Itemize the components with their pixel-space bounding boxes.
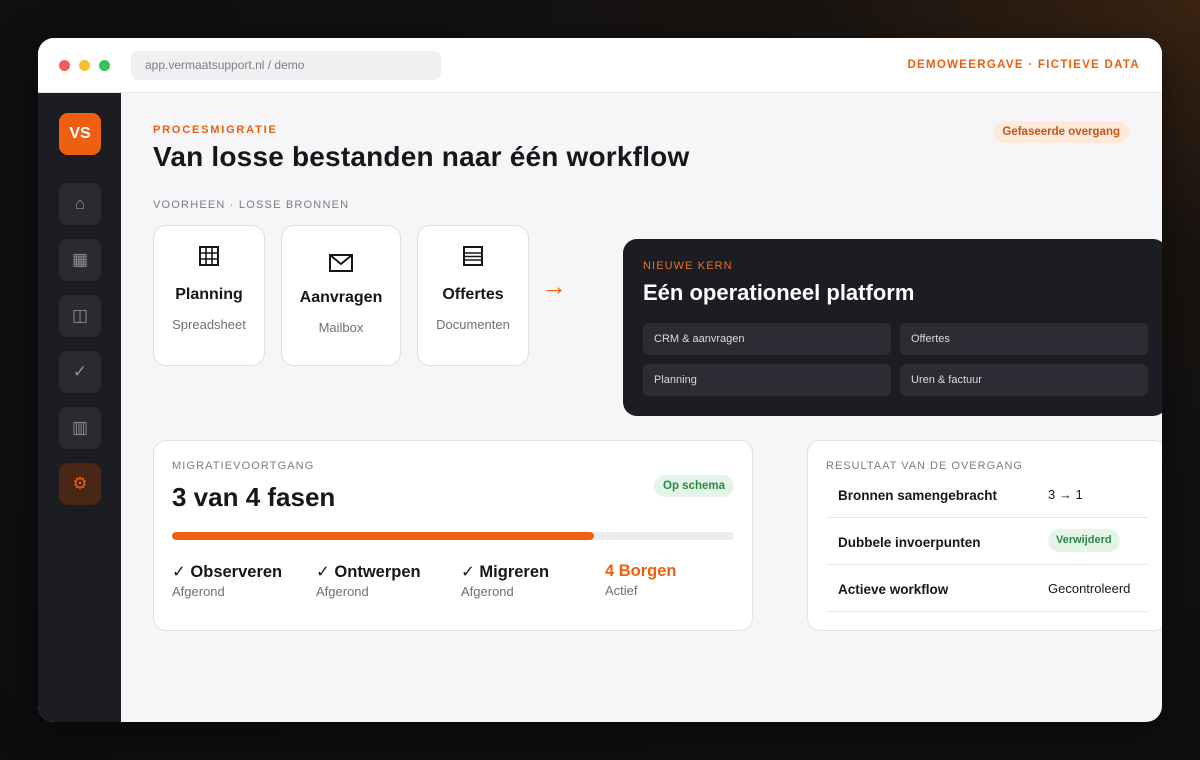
logo[interactable]: VS xyxy=(59,113,101,155)
progress-bar-fill xyxy=(172,532,594,540)
source-subtitle: Spreadsheet xyxy=(172,317,246,332)
browser-titlebar: app.vermaatsupport.nl / demo DEMOWEERGAV… xyxy=(38,38,1162,93)
phase-item: ✓ Migreren Afgerond xyxy=(461,562,601,599)
minimize-window-button[interactable] xyxy=(79,60,90,71)
result-card: RESULTAAT VAN DE OVERGANG Bronnen sameng… xyxy=(807,440,1162,631)
module-chip[interactable]: Planning xyxy=(643,364,891,396)
source-subtitle: Mailbox xyxy=(318,320,364,335)
core-title: Eén operationeel platform xyxy=(643,280,915,305)
removed-badge: Verwijderd xyxy=(1048,529,1120,552)
main-content: PROCESMIGRATIE Van losse bestanden naar … xyxy=(121,93,1162,722)
page-eyebrow: PROCESMIGRATIE xyxy=(153,124,278,136)
mail-icon xyxy=(282,254,400,272)
result-row: Dubbele invoerpunten Verwijderd xyxy=(826,518,1148,565)
module-chip[interactable]: Uren & factuur xyxy=(900,364,1148,396)
sources-label: VOORHEEN · LOSSE BRONNEN xyxy=(153,199,350,211)
grid-icon[interactable]: ▦ xyxy=(59,239,101,281)
core-eyebrow: NIEUWE KERN xyxy=(643,260,733,272)
source-title: Planning xyxy=(175,286,243,303)
source-card-offertes[interactable]: Offertes Documenten xyxy=(417,225,529,366)
phase-status: Afgerond xyxy=(461,584,514,599)
module-chip[interactable]: Offertes xyxy=(900,323,1148,355)
phase-badge: Gefaseerde overgang xyxy=(993,121,1129,143)
result-key: Actieve workflow xyxy=(838,582,949,597)
home-icon[interactable]: ⌂ xyxy=(59,183,101,225)
address-bar[interactable]: app.vermaatsupport.nl / demo xyxy=(131,51,441,80)
result-row: Actieve workflow Gecontroleerd xyxy=(826,565,1148,612)
source-card-planning[interactable]: Planning Spreadsheet xyxy=(153,225,265,366)
progress-bar xyxy=(172,532,734,540)
on-schedule-badge: Op schema xyxy=(654,475,734,497)
phase-name: 4 Borgen xyxy=(605,562,677,580)
phase-status: Afgerond xyxy=(172,584,225,599)
source-title: Aanvragen xyxy=(299,289,383,306)
migration-progress-card: MIGRATIEVOORTGANG 3 van 4 fasen Op schem… xyxy=(153,440,753,631)
result-key: Bronnen samengebracht xyxy=(838,488,998,503)
columns-icon[interactable]: ◫ xyxy=(59,295,101,337)
spreadsheet-icon xyxy=(154,246,264,266)
sidebar: VS ⌂ ▦ ◫ ✓ ▥ ⚙ xyxy=(38,93,121,722)
phase-name: ✓ Migreren xyxy=(461,563,550,581)
arrow-right-icon: → xyxy=(541,271,567,301)
phase-name: ✓ Observeren xyxy=(172,563,283,581)
source-card-aanvragen[interactable]: Aanvragen Mailbox xyxy=(281,225,401,366)
phase-name: ✓ Ontwerpen xyxy=(316,563,421,581)
gear-icon[interactable]: ⚙ xyxy=(59,463,101,505)
progress-label: MIGRATIEVOORTGANG xyxy=(172,460,315,472)
close-window-button[interactable] xyxy=(59,60,70,71)
result-value: 3 → 1 xyxy=(1048,487,1083,502)
phase-status: Afgerond xyxy=(316,584,369,599)
result-row: Bronnen samengebracht 3 → 1 xyxy=(826,471,1148,518)
source-title: Offertes xyxy=(442,286,504,303)
phase-status: Actief xyxy=(605,583,638,598)
demo-label: DEMOWEERGAVE · FICTIEVE DATA xyxy=(907,59,1140,71)
module-chip[interactable]: CRM & aanvragen xyxy=(643,323,891,355)
result-key: Dubbele invoerpunten xyxy=(838,535,981,550)
app-window: app.vermaatsupport.nl / demo DEMOWEERGAV… xyxy=(38,38,1162,722)
core-platform-card: NIEUWE KERN Eén operationeel platform CR… xyxy=(623,239,1162,416)
progress-stat: 3 van 4 fasen xyxy=(172,482,336,512)
result-value: Gecontroleerd xyxy=(1048,581,1131,596)
document-icon xyxy=(418,246,528,266)
source-subtitle: Documenten xyxy=(436,317,510,332)
phase-item: 4 Borgen Actief xyxy=(605,562,745,598)
maximize-window-button[interactable] xyxy=(99,60,110,71)
board-icon[interactable]: ▥ xyxy=(59,407,101,449)
page-title: Van losse bestanden naar één workflow xyxy=(153,141,690,172)
phase-item: ✓ Observeren Afgerond xyxy=(172,562,312,599)
check-icon[interactable]: ✓ xyxy=(59,351,101,393)
phase-item: ✓ Ontwerpen Afgerond xyxy=(316,562,456,599)
